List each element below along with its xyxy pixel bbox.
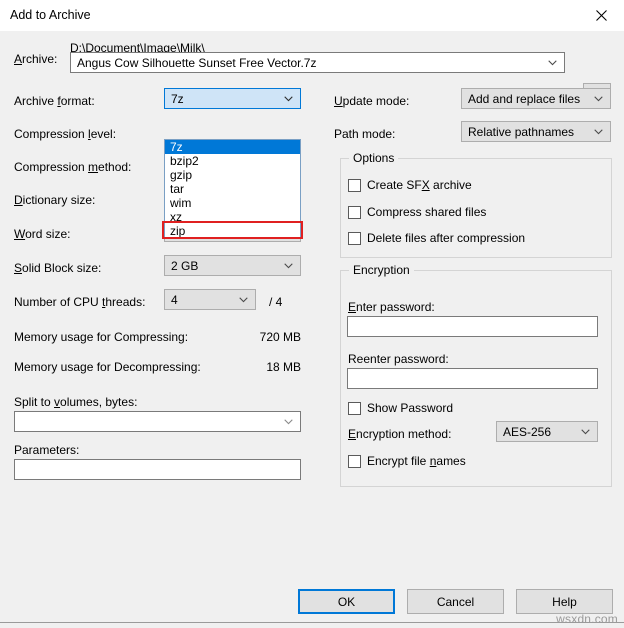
cpu-threads-total: / 4 bbox=[269, 295, 282, 309]
reenter-password-label: Reenter password: bbox=[348, 352, 449, 366]
dropdown-option-gzip[interactable]: gzip bbox=[165, 168, 300, 182]
cpu-threads-combo[interactable]: 4 bbox=[164, 289, 256, 310]
path-mode-label: Path mode: bbox=[334, 127, 395, 141]
checkbox-label: Encrypt file names bbox=[367, 454, 466, 468]
ok-button[interactable]: OK bbox=[298, 589, 395, 614]
compression-method-label: Compression method: bbox=[14, 160, 131, 174]
checkbox-box-icon bbox=[348, 206, 361, 219]
chevron-down-icon bbox=[280, 419, 297, 425]
archive-format-combo[interactable]: 7z bbox=[164, 88, 301, 109]
parameters-input[interactable] bbox=[14, 459, 301, 480]
checkbox-label: Create SFX archive bbox=[367, 178, 472, 192]
dropdown-option-zip[interactable]: zip bbox=[165, 224, 300, 238]
archive-name-combo[interactable]: Angus Cow Silhouette Sunset Free Vector.… bbox=[70, 52, 565, 73]
memory-decompress-label: Memory usage for Decompressing: bbox=[14, 360, 201, 374]
checkbox-box-icon bbox=[348, 455, 361, 468]
memory-decompress-value: 18 MB bbox=[200, 360, 301, 374]
help-button[interactable]: Help bbox=[516, 589, 613, 614]
checkbox-create-sfx-archive[interactable]: Create SFX archive bbox=[348, 178, 472, 192]
archive-name-value: Angus Cow Silhouette Sunset Free Vector.… bbox=[71, 56, 544, 70]
title-bar: Add to Archive bbox=[0, 0, 624, 32]
encryption-method-value: AES-256 bbox=[497, 425, 577, 439]
close-icon bbox=[596, 10, 607, 21]
watermark-text: wsxdn.com bbox=[556, 612, 618, 626]
archive-format-label: Archive format: bbox=[14, 94, 95, 108]
dropdown-option-bzip2[interactable]: bzip2 bbox=[165, 154, 300, 168]
dropdown-option-7z[interactable]: 7z bbox=[165, 140, 300, 154]
checkbox-label: Compress shared files bbox=[367, 205, 486, 219]
checkbox-delete-files-after-compression[interactable]: Delete files after compression bbox=[348, 231, 525, 245]
cpu-threads-value: 4 bbox=[165, 293, 235, 307]
options-group-title: Options bbox=[349, 151, 398, 165]
dropdown-option-xz[interactable]: xz bbox=[165, 210, 300, 224]
update-mode-combo[interactable]: Add and replace files bbox=[461, 88, 611, 109]
checkbox-box-icon bbox=[348, 402, 361, 415]
cancel-button[interactable]: Cancel bbox=[407, 589, 504, 614]
encryption-group-title: Encryption bbox=[349, 263, 414, 277]
chevron-down-icon bbox=[280, 263, 297, 269]
encryption-method-combo[interactable]: AES-256 bbox=[496, 421, 598, 442]
close-button[interactable] bbox=[578, 0, 624, 30]
archive-format-dropdown-list[interactable]: 7z bzip2 gzip tar wim xz zip bbox=[164, 139, 301, 239]
chevron-down-icon bbox=[577, 429, 594, 435]
dictionary-size-label: Dictionary size: bbox=[14, 193, 95, 207]
chevron-down-icon bbox=[544, 60, 561, 66]
window-title: Add to Archive bbox=[10, 8, 91, 22]
path-mode-value: Relative pathnames bbox=[462, 125, 590, 139]
archive-label: Archive: bbox=[14, 52, 57, 66]
checkbox-label: Delete files after compression bbox=[367, 231, 525, 245]
chevron-down-icon bbox=[590, 129, 607, 135]
path-mode-combo[interactable]: Relative pathnames bbox=[461, 121, 611, 142]
solid-block-size-label: Solid Block size: bbox=[14, 261, 101, 275]
compression-level-label: Compression level: bbox=[14, 127, 116, 141]
update-mode-value: Add and replace files bbox=[462, 92, 590, 106]
checkbox-compress-shared-files[interactable]: Compress shared files bbox=[348, 205, 486, 219]
split-volumes-label: Split to volumes, bytes: bbox=[14, 395, 137, 409]
cpu-threads-label: Number of CPU threads: bbox=[14, 295, 145, 309]
dialog-body: Archive: D:\Document\Image\Milk\ Angus C… bbox=[0, 31, 624, 623]
chevron-down-icon bbox=[235, 297, 252, 303]
split-volumes-combo[interactable] bbox=[14, 411, 301, 432]
enter-password-label: Enter password: bbox=[348, 300, 435, 314]
memory-compress-label: Memory usage for Compressing: bbox=[14, 330, 188, 344]
archive-format-value: 7z bbox=[165, 92, 280, 106]
enter-password-input[interactable] bbox=[347, 316, 598, 337]
checkbox-encrypt-file-names[interactable]: Encrypt file names bbox=[348, 454, 466, 468]
dropdown-option-wim[interactable]: wim bbox=[165, 196, 300, 210]
chevron-down-icon bbox=[590, 96, 607, 102]
checkbox-box-icon bbox=[348, 179, 361, 192]
reenter-password-input[interactable] bbox=[347, 368, 598, 389]
solid-block-size-combo[interactable]: 2 GB bbox=[164, 255, 301, 276]
update-mode-label: Update mode: bbox=[334, 94, 409, 108]
checkbox-label: Show Password bbox=[367, 401, 453, 415]
solid-block-size-value: 2 GB bbox=[165, 259, 280, 273]
encryption-method-label: Encryption method: bbox=[348, 427, 451, 441]
parameters-label: Parameters: bbox=[14, 443, 79, 457]
checkbox-show-password[interactable]: Show Password bbox=[348, 401, 453, 415]
checkbox-box-icon bbox=[348, 232, 361, 245]
dropdown-option-tar[interactable]: tar bbox=[165, 182, 300, 196]
memory-compress-value: 720 MB bbox=[200, 330, 301, 344]
chevron-down-icon bbox=[280, 96, 297, 102]
word-size-label: Word size: bbox=[14, 227, 70, 241]
